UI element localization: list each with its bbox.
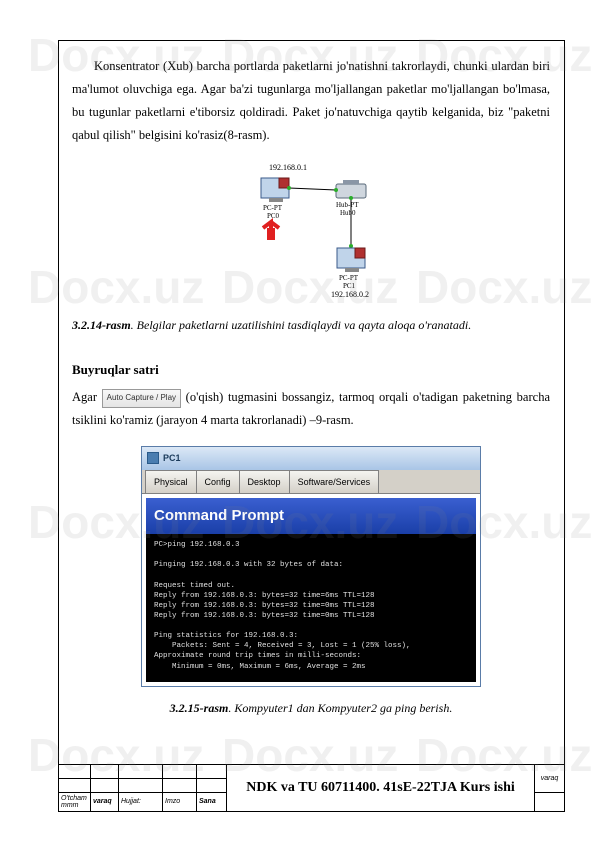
footer-c5: Sana <box>197 792 227 812</box>
tab-config[interactable]: Config <box>196 470 240 494</box>
footer-c3: Hujjat: <box>119 792 163 812</box>
svg-text:PC-PT: PC-PT <box>263 204 283 212</box>
svg-text:PC-PT: PC-PT <box>339 274 359 282</box>
title-block: NDK va TU 60711400. 41sE-22TJA Kurs ishi… <box>58 764 565 812</box>
footer-varaq-label: varaq <box>535 765 565 793</box>
window-titlebar: PC1 <box>142 447 480 470</box>
page-content: Konsentrator (Xub) barcha portlarda pake… <box>72 55 550 719</box>
tab-desktop[interactable]: Desktop <box>239 470 290 494</box>
tab-software[interactable]: Software/Services <box>289 470 380 494</box>
tab-physical[interactable]: Physical <box>145 470 197 494</box>
tab-bar: Physical Config Desktop Software/Service… <box>142 470 480 495</box>
svg-text:PC0: PC0 <box>267 212 280 220</box>
terminal-output[interactable]: PC>ping 192.168.0.3 Pinging 192.168.0.3 … <box>146 534 476 682</box>
footer-title: NDK va TU 60711400. 41sE-22TJA Kurs ishi <box>227 765 535 812</box>
svg-text:Hub0: Hub0 <box>340 209 356 217</box>
svg-text:Hub-PT: Hub-PT <box>336 201 359 209</box>
pc-window: PC1 Physical Config Desktop Software/Ser… <box>141 446 481 687</box>
ip-top-label: 192.168.0.1 <box>269 163 307 172</box>
auto-capture-button[interactable]: Auto Capture / Play <box>102 389 181 408</box>
caption-1: 3.2.14-rasm. Belgilar paketlarni uzatili… <box>72 314 550 336</box>
network-diagram: 192.168.0.1 PC-PT PC0 Hub-PT Hub0 <box>221 160 401 300</box>
footer-c1: O'tcham mmm <box>59 792 91 812</box>
caption-2: 3.2.15-rasm. Kompyuter1 dan Kompyuter2 g… <box>72 697 550 719</box>
paragraph-2: Agar Auto Capture / Play (o'qish) tugmas… <box>72 386 550 432</box>
app-icon <box>147 452 159 464</box>
paragraph-1: Konsentrator (Xub) barcha portlarda pake… <box>72 55 550 148</box>
window-title: PC1 <box>163 450 181 467</box>
footer-c2: varaq <box>91 792 119 812</box>
command-prompt-header: Command Prompt <box>146 498 476 534</box>
svg-text:PC1: PC1 <box>343 282 356 290</box>
footer-c4: Imzo <box>163 792 197 812</box>
svg-text:192.168.0.2: 192.168.0.2 <box>331 290 369 299</box>
section-title: Buyruqlar satri <box>72 358 550 382</box>
